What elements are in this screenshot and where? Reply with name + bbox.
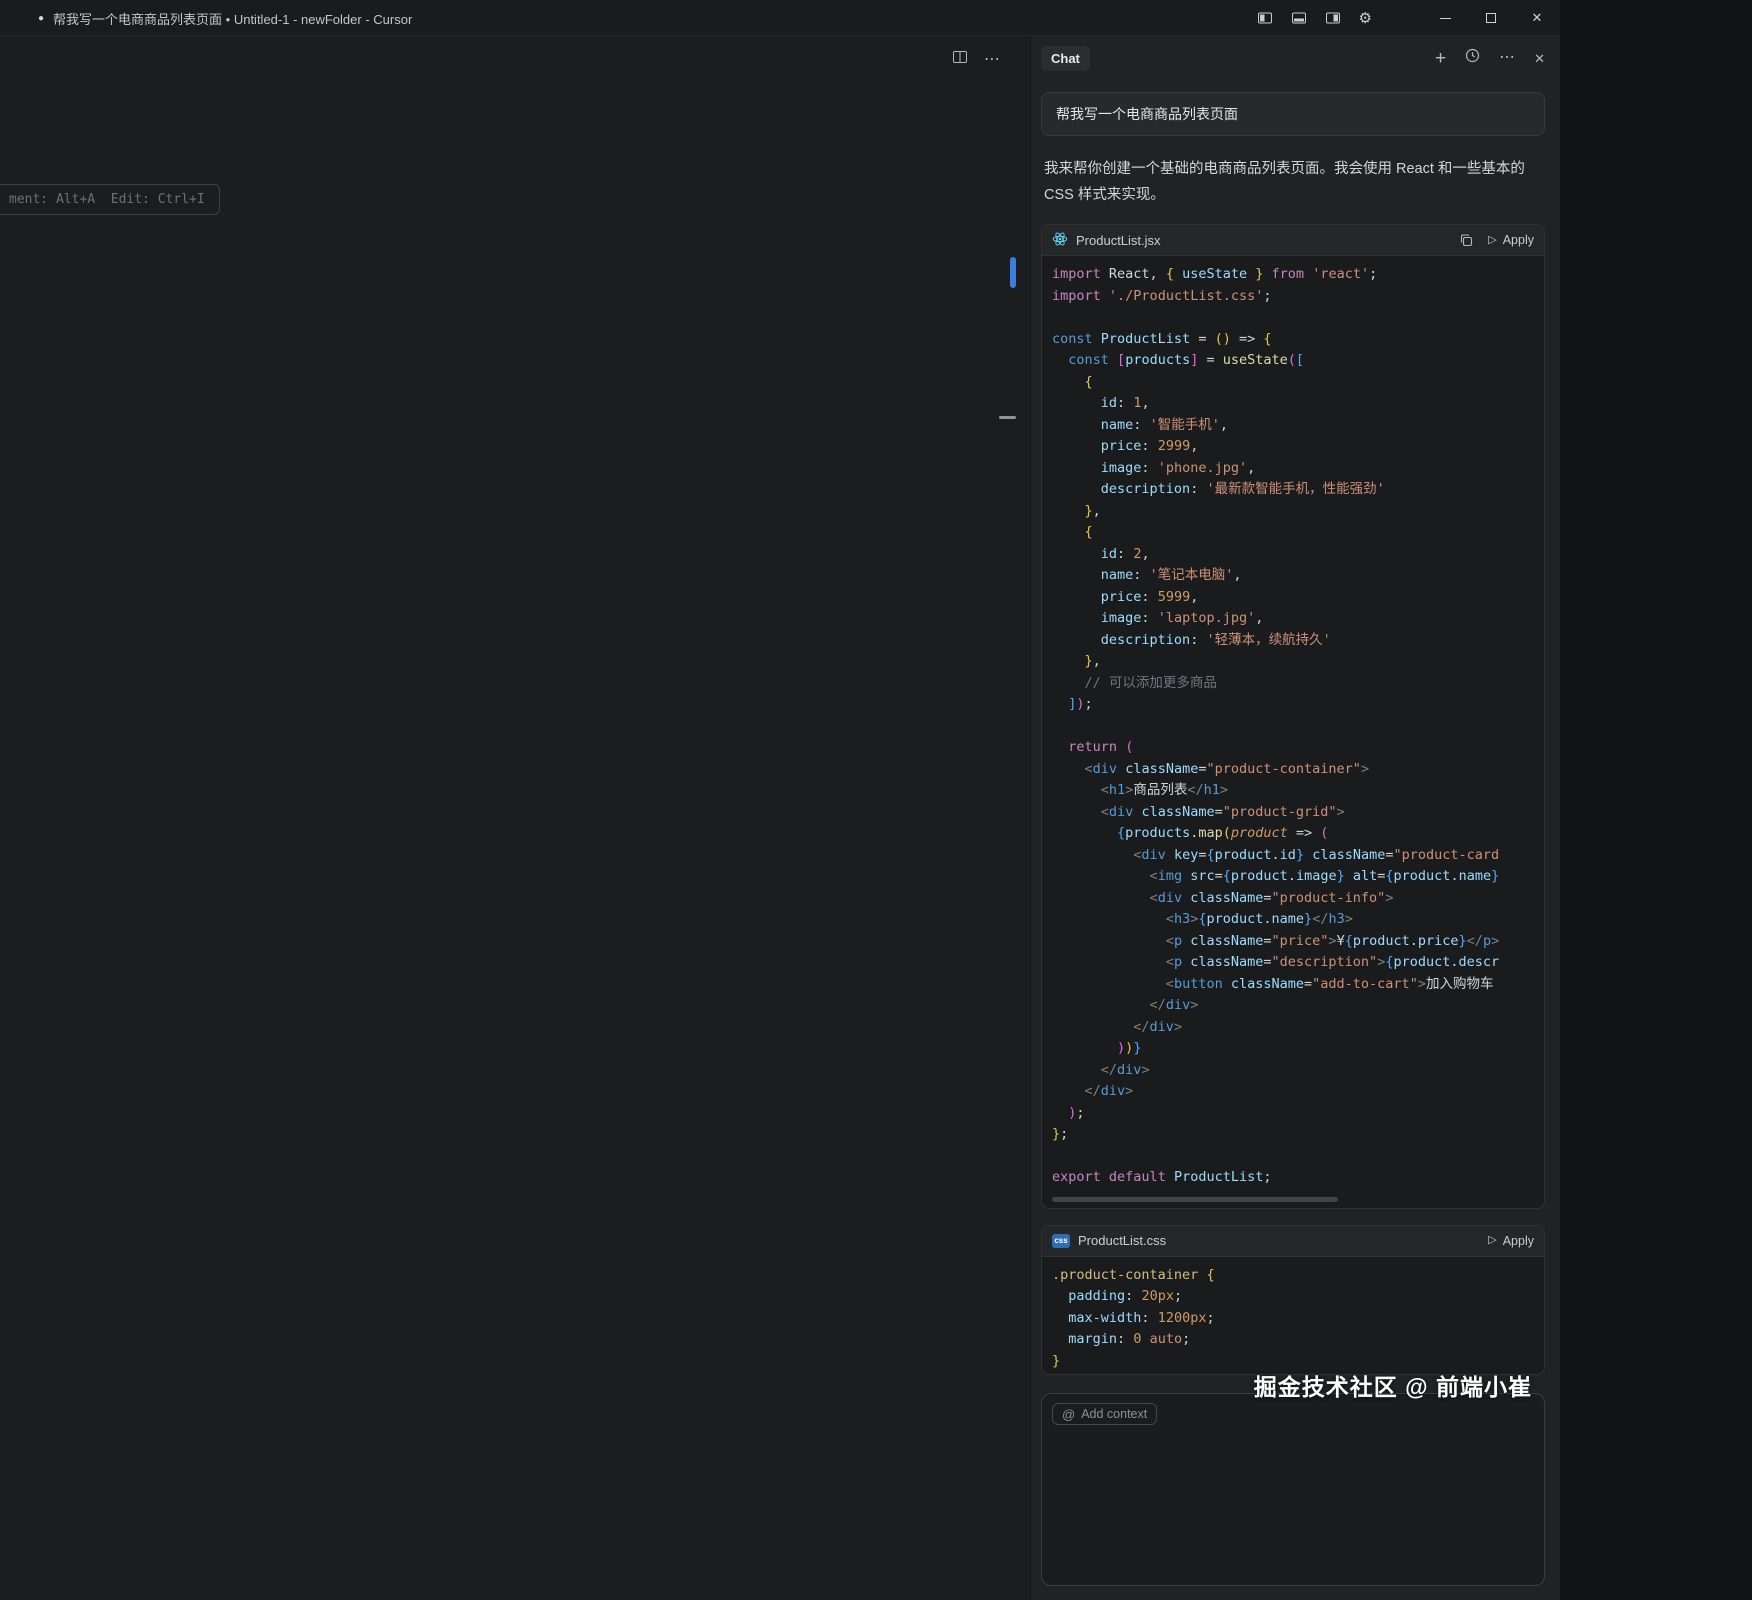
editor-more-actions-icon[interactable]: ⋯ xyxy=(984,51,1001,68)
toggle-panel-right-icon[interactable] xyxy=(1325,10,1341,26)
user-message: 帮我写一个电商商品列表页面 xyxy=(1041,92,1545,136)
copy-icon[interactable] xyxy=(1459,233,1473,247)
history-icon[interactable] xyxy=(1464,47,1481,69)
close-window-button[interactable]: ✕ xyxy=(1514,0,1560,36)
watermark: 掘金技术社区 @ 前端小崔 xyxy=(1253,1374,1532,1400)
chat-header-actions: + ⋯ ✕ xyxy=(1435,47,1545,69)
apply-button[interactable]: ▷ Apply xyxy=(1488,1234,1534,1248)
window-title: 帮我写一个电商商品列表页面 • Untitled-1 - newFolder -… xyxy=(53,11,413,27)
window-title-area: ● 帮我写一个电商商品列表页面 • Untitled-1 - newFolder… xyxy=(38,0,412,36)
editor-group-actions: ⋯ xyxy=(952,49,1001,70)
chat-input-box[interactable]: @ Add context xyxy=(1041,1393,1545,1586)
maximize-icon xyxy=(1486,13,1496,23)
inline-hint: ment: Alt+A Edit: Ctrl+I xyxy=(0,184,220,215)
chat-more-icon[interactable]: ⋯ xyxy=(1499,50,1516,66)
maximize-button[interactable] xyxy=(1468,0,1514,36)
code-card-header: css ProductList.css ▷ Apply xyxy=(1042,1225,1544,1257)
apply-button[interactable]: ▷ Apply xyxy=(1488,233,1534,247)
add-context-label: Add context xyxy=(1081,1407,1148,1421)
code-card-css: css ProductList.css ▷ Apply .product-con… xyxy=(1041,1224,1545,1375)
tab-chat[interactable]: Chat xyxy=(1041,45,1090,71)
css-icon: css xyxy=(1052,1233,1070,1248)
code-filename: ProductList.jsx xyxy=(1076,232,1161,248)
assistant-message-text: 我来帮你创建一个基础的电商商品列表页面。我会使用 React 和一些基本的 CS… xyxy=(1044,161,1525,203)
modified-dot-icon: ● xyxy=(38,12,45,24)
code-content-jsx: import React, { useState } from 'react';… xyxy=(1052,266,1500,1185)
title-bar: ● 帮我写一个电商商品列表页面 • Untitled-1 - newFolder… xyxy=(0,0,1560,36)
code-card-header: ProductList.jsx ▷ Apply xyxy=(1042,225,1544,256)
horizontal-scrollbar[interactable] xyxy=(1052,1196,1338,1202)
play-icon: ▷ xyxy=(1488,1234,1497,1246)
minimize-button[interactable] xyxy=(1422,0,1468,36)
code-filename: ProductList.css xyxy=(1078,1233,1167,1248)
user-message-text: 帮我写一个电商商品列表页面 xyxy=(1056,106,1238,122)
toggle-panel-bottom-icon[interactable] xyxy=(1291,10,1307,26)
apply-label: Apply xyxy=(1502,233,1534,247)
split-editor-icon[interactable] xyxy=(952,49,968,70)
code-card-jsx: ProductList.jsx ▷ Apply import React, {… xyxy=(1041,224,1545,1209)
minimize-icon xyxy=(1439,17,1451,19)
code-card-actions: ▷ Apply xyxy=(1459,233,1534,247)
assistant-message: 我来帮你创建一个基础的电商商品列表页面。我会使用 React 和一些基本的 CS… xyxy=(1044,156,1543,208)
app-window: ● 帮我写一个电商商品列表页面 • Untitled-1 - newFolder… xyxy=(0,0,1560,1600)
play-icon: ▷ xyxy=(1488,233,1497,246)
at-icon: @ xyxy=(1062,1406,1076,1422)
sash-handle-icon[interactable] xyxy=(999,416,1016,419)
settings-gear-icon[interactable]: ⚙ xyxy=(1359,11,1372,26)
chat-close-icon[interactable]: ✕ xyxy=(1534,52,1545,65)
react-icon xyxy=(1052,231,1068,250)
chat-panel: Chat + ⋯ ✕ 帮我写一个电商商品列表页面 我来帮你创建一个基础的电商商品… xyxy=(1030,36,1560,1600)
window-controls: ✕ xyxy=(1422,0,1560,36)
editor-area: ⋯ ment: Alt+A Edit: Ctrl+I xyxy=(0,36,1029,1600)
toggle-panel-left-icon[interactable] xyxy=(1257,10,1273,26)
layout-controls: ⚙ xyxy=(1257,0,1372,36)
code-card-actions: ▷ Apply xyxy=(1488,1234,1534,1248)
apply-label: Apply xyxy=(1502,1233,1534,1248)
chat-messages: 帮我写一个电商商品列表页面 我来帮你创建一个基础的电商商品列表页面。我会使用 R… xyxy=(1031,80,1560,1392)
code-content-css: .product-container { padding: 20px; max-… xyxy=(1052,1266,1215,1369)
add-context-chip[interactable]: @ Add context xyxy=(1052,1403,1158,1425)
panel-drag-indicator[interactable] xyxy=(1010,257,1016,288)
chat-panel-header: Chat + ⋯ ✕ xyxy=(1031,36,1560,80)
new-chat-icon[interactable]: + xyxy=(1435,49,1446,68)
